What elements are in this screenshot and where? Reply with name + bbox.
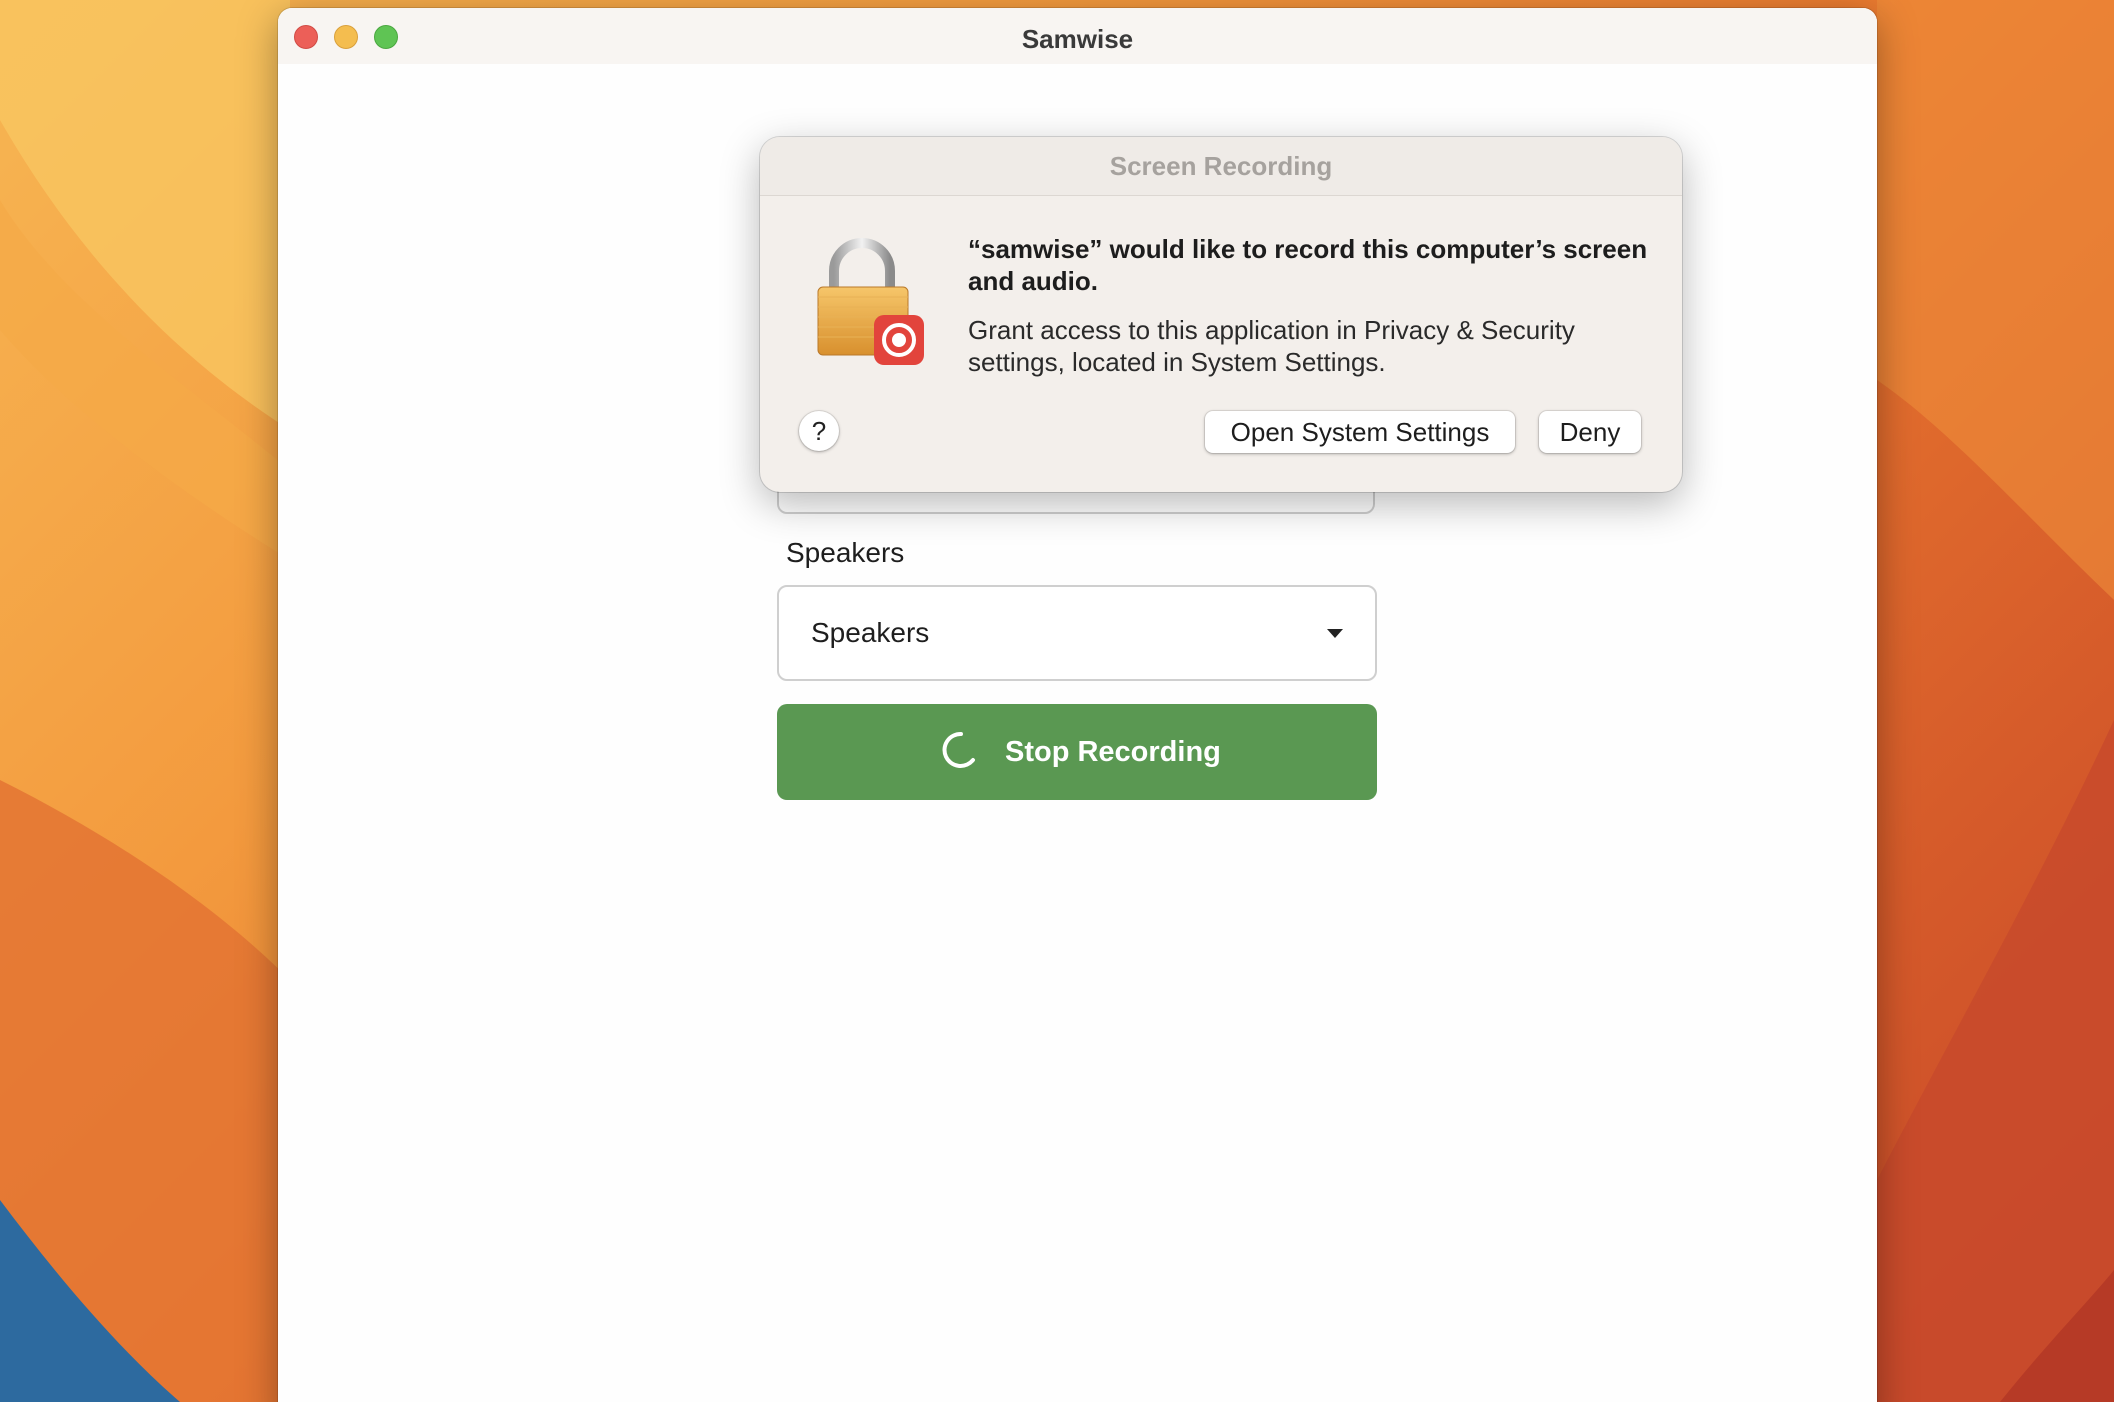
dialog-title: Screen Recording — [1109, 151, 1333, 181]
speakers-select-value: Speakers — [811, 617, 930, 648]
title-bar[interactable]: Samwise — [278, 8, 1877, 64]
stop-recording-button[interactable]: Stop Recording — [777, 704, 1377, 800]
lock-with-record-icon — [817, 238, 924, 365]
desktop-wallpaper: Samwise Speakers Speakers Stop Recording… — [0, 0, 2114, 1402]
caret-down-icon — [1327, 629, 1343, 638]
speakers-select[interactable]: Speakers — [777, 585, 1377, 681]
window-title: Samwise — [1021, 24, 1134, 54]
open-system-settings-button[interactable]: Open System Settings — [1205, 411, 1515, 453]
help-button[interactable]: ? — [799, 411, 839, 451]
dialog-body-text: Grant access to this application in Priv… — [968, 315, 1575, 377]
screen-recording-dialog: Screen Recording “samwise” would like to… — [760, 137, 1682, 492]
dialog-heading: “samwise” would like to record this comp… — [968, 234, 1648, 296]
deny-button[interactable]: Deny — [1539, 411, 1641, 453]
dialog-header: Screen Recording — [760, 137, 1682, 196]
speakers-label: Speakers — [786, 537, 905, 568]
stop-recording-label: Stop Recording — [1005, 736, 1221, 768]
spinner-icon — [942, 731, 975, 768]
